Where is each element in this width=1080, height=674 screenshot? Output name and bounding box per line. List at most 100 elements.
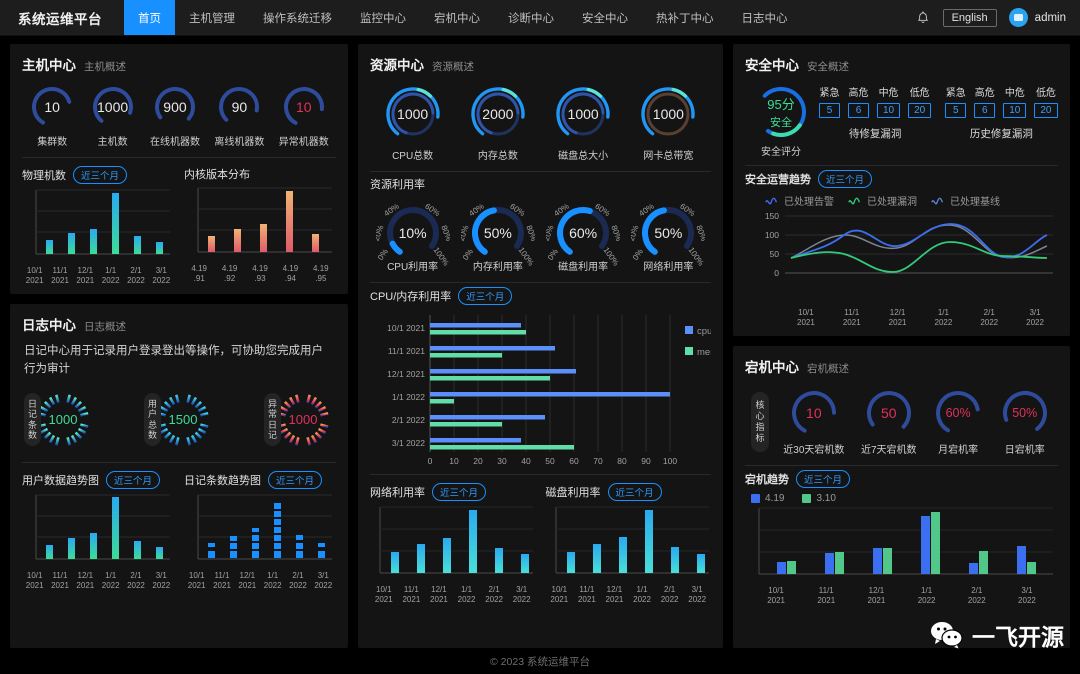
legend-vulns[interactable]: 已处理漏洞: [848, 193, 917, 208]
divider: [370, 282, 711, 283]
crash-metrics-row: 核心指标 10 近30天宕机数 50 近7天宕机数 60% 月宕机率 50% 日…: [745, 380, 1058, 458]
history-vuln-cells: 紧急 5 高危 6 中危 10 低危 20: [945, 84, 1058, 118]
legend-kernel-310[interactable]: 3.10: [802, 493, 836, 504]
crash-x-axis-labels: 10/1 2021 11/1 2021 12/1 2021 1/1 2022 2/1 2022…: [745, 586, 1058, 606]
nav-item-crash-center[interactable]: 宕机中心: [420, 0, 494, 35]
resource-bottom-charts: 网络利用率 近三个月 10/1 2021 11/1 2021 12/1 2021…: [370, 479, 711, 605]
x-tick: 11/1 2021: [842, 308, 861, 327]
host-center-subtitle: 主机概述: [84, 61, 126, 73]
x-tick: 4.19.95: [313, 264, 329, 283]
legend-alerts[interactable]: 已处理告警: [765, 193, 834, 208]
range-pill[interactable]: 近三个月: [73, 166, 128, 184]
crash-metric-label: 月宕机率: [938, 445, 979, 456]
legend-label: 已处理漏洞: [867, 197, 917, 208]
log-center-subtitle: 日志概述: [84, 321, 126, 333]
user-data-trend-label: 用户数据趋势图: [22, 474, 99, 487]
security-trend-header: 安全运营趋势 近三个月: [745, 170, 1058, 188]
resource-center-title: 资源中心: [370, 58, 424, 73]
host-metric-value: 90: [231, 99, 248, 115]
usage-gauge-disk: 0% 20% 40% 60% 80% 100% 60% 磁盘利用率: [546, 196, 620, 273]
svg-text:80: 80: [617, 456, 627, 466]
crash-metric-ring: 50: [864, 388, 914, 438]
divider: [370, 171, 711, 172]
vuln-cell-urgent[interactable]: 紧急 5: [945, 84, 967, 118]
svg-text:0: 0: [774, 268, 779, 278]
nav-item-diagnosis-center[interactable]: 诊断中心: [494, 0, 568, 35]
kernel-version-chart: 内核版本分布 4.19 .91 4.19 .92 4.19 .93 4.19 .…: [184, 162, 336, 286]
x-tick: 11/1 2021: [817, 586, 836, 605]
user-menu[interactable]: admin: [1008, 8, 1066, 27]
x-tick: 1/1 2022: [457, 585, 476, 604]
range-pill[interactable]: 近三个月: [432, 483, 487, 501]
chart-canvas: [184, 184, 336, 262]
resource-total-ring: 2000: [468, 84, 528, 144]
resource-total-ring: 1000: [383, 84, 443, 144]
resource-usage-row: 0% 20% 40% 60% 80% 100% 10% CPU利用率 0% 20…: [370, 194, 711, 275]
divider: [370, 474, 711, 475]
svg-text:50: 50: [770, 249, 780, 259]
range-pill[interactable]: 近三个月: [818, 170, 873, 188]
crash-metric-30days: 10 近30天宕机数: [783, 388, 844, 456]
disk-usage-label: 磁盘利用率: [545, 487, 601, 499]
vuln-cell-low[interactable]: 低危 20: [1034, 84, 1058, 118]
usage-gauge-ring: 0% 20% 40% 60% 80% 100% 50%: [461, 196, 535, 270]
usage-gauge-cpu: 0% 20% 40% 60% 80% 100% 10% CPU利用率: [376, 196, 450, 273]
nav-item-host-management[interactable]: 主机管理: [175, 0, 249, 35]
nav-item-security-center[interactable]: 安全中心: [568, 0, 642, 35]
svg-text:1/1 2022: 1/1 2022: [392, 392, 425, 402]
range-pill[interactable]: 近三个月: [607, 483, 662, 501]
resource-usage-header: 资源利用率: [370, 176, 711, 192]
svg-text:50: 50: [545, 456, 555, 466]
crash-metric-7days: 50 近7天宕机数: [861, 388, 917, 456]
bell-icon[interactable]: [915, 10, 931, 26]
security-score-value: 95分: [767, 97, 795, 112]
vuln-cell-medium[interactable]: 中危 10: [1003, 84, 1027, 118]
nav-item-home[interactable]: 首页: [124, 0, 175, 35]
svg-text:20: 20: [473, 456, 483, 466]
x-tick: 2/1 2022: [289, 570, 307, 590]
svg-text:12/1 2021: 12/1 2021: [387, 369, 425, 379]
crash-trend-canvas: [745, 504, 1058, 584]
security-x-axis-labels: 10/1 2021 11/1 2021 12/1 2021 1/1 2022 2/1 2022…: [745, 308, 1058, 328]
nav-item-hotpatch-center[interactable]: 热补丁中心: [642, 0, 728, 35]
vuln-count-value: 20: [908, 103, 932, 118]
log-gauge-value: 1000: [48, 412, 78, 428]
nav-item-monitor-center[interactable]: 监控中心: [346, 0, 420, 35]
nav-item-log-center[interactable]: 日志中心: [728, 0, 802, 35]
x-tick: 3/1 2022: [688, 585, 707, 604]
vuln-count-value: 10: [877, 103, 901, 118]
vuln-cell-urgent[interactable]: 紧急 5: [819, 84, 840, 118]
host-metric-online: 900 在线机器数: [150, 84, 200, 148]
range-pill[interactable]: 近三个月: [458, 287, 513, 305]
crash-center-subtitle: 宕机概述: [807, 363, 849, 375]
legend-kernel-419[interactable]: 4.19: [751, 493, 784, 504]
vuln-severity-label: 低危: [909, 88, 930, 99]
usage-gauge-memory: 0% 20% 40% 60% 80% 100% 50% 内存利用率: [461, 196, 535, 273]
language-button[interactable]: English: [942, 8, 997, 27]
history-vuln-title: 历史修复漏洞: [969, 128, 1033, 140]
x-tick: 11/1 2021: [51, 266, 69, 285]
log-gauge-tag: 异常日记: [264, 393, 281, 447]
vuln-cell-high[interactable]: 高危 6: [848, 84, 869, 118]
kernel-version-header: 内核版本分布: [184, 166, 336, 182]
resource-total-label: 网卡总带宽: [643, 151, 694, 162]
host-metric-label: 在线机器数: [149, 137, 200, 148]
vuln-cell-high[interactable]: 高危 6: [974, 84, 996, 118]
network-usage-header: 网络利用率 近三个月: [370, 483, 536, 501]
legend-baselines[interactable]: 已处理基线: [931, 193, 1000, 208]
wave-icon: [931, 197, 944, 205]
range-pill[interactable]: 近三个月: [796, 470, 851, 488]
vuln-count-value: 5: [945, 103, 967, 118]
nav-item-os-migration[interactable]: 操作系统迁移: [249, 0, 346, 35]
vuln-cell-medium[interactable]: 中危 10: [877, 84, 901, 118]
range-pill[interactable]: 近三个月: [106, 470, 161, 489]
x-tick: 3/1 2022: [152, 266, 171, 285]
left-column: 主机中心 主机概述 10 集群数 1000 主机数 900 在线机器数 90 离…: [10, 44, 348, 648]
vuln-cell-low[interactable]: 低危 20: [908, 84, 932, 118]
x-tick: 1/1 2022: [263, 570, 282, 590]
chart-canvas: [22, 491, 174, 569]
user-avatar-icon: [1008, 8, 1028, 27]
chart-canvas: [22, 186, 174, 264]
range-pill[interactable]: 近三个月: [268, 470, 323, 489]
log-gauges-row: 日记条数 1000 用户总数 1500 异常日记 1000: [22, 381, 336, 455]
